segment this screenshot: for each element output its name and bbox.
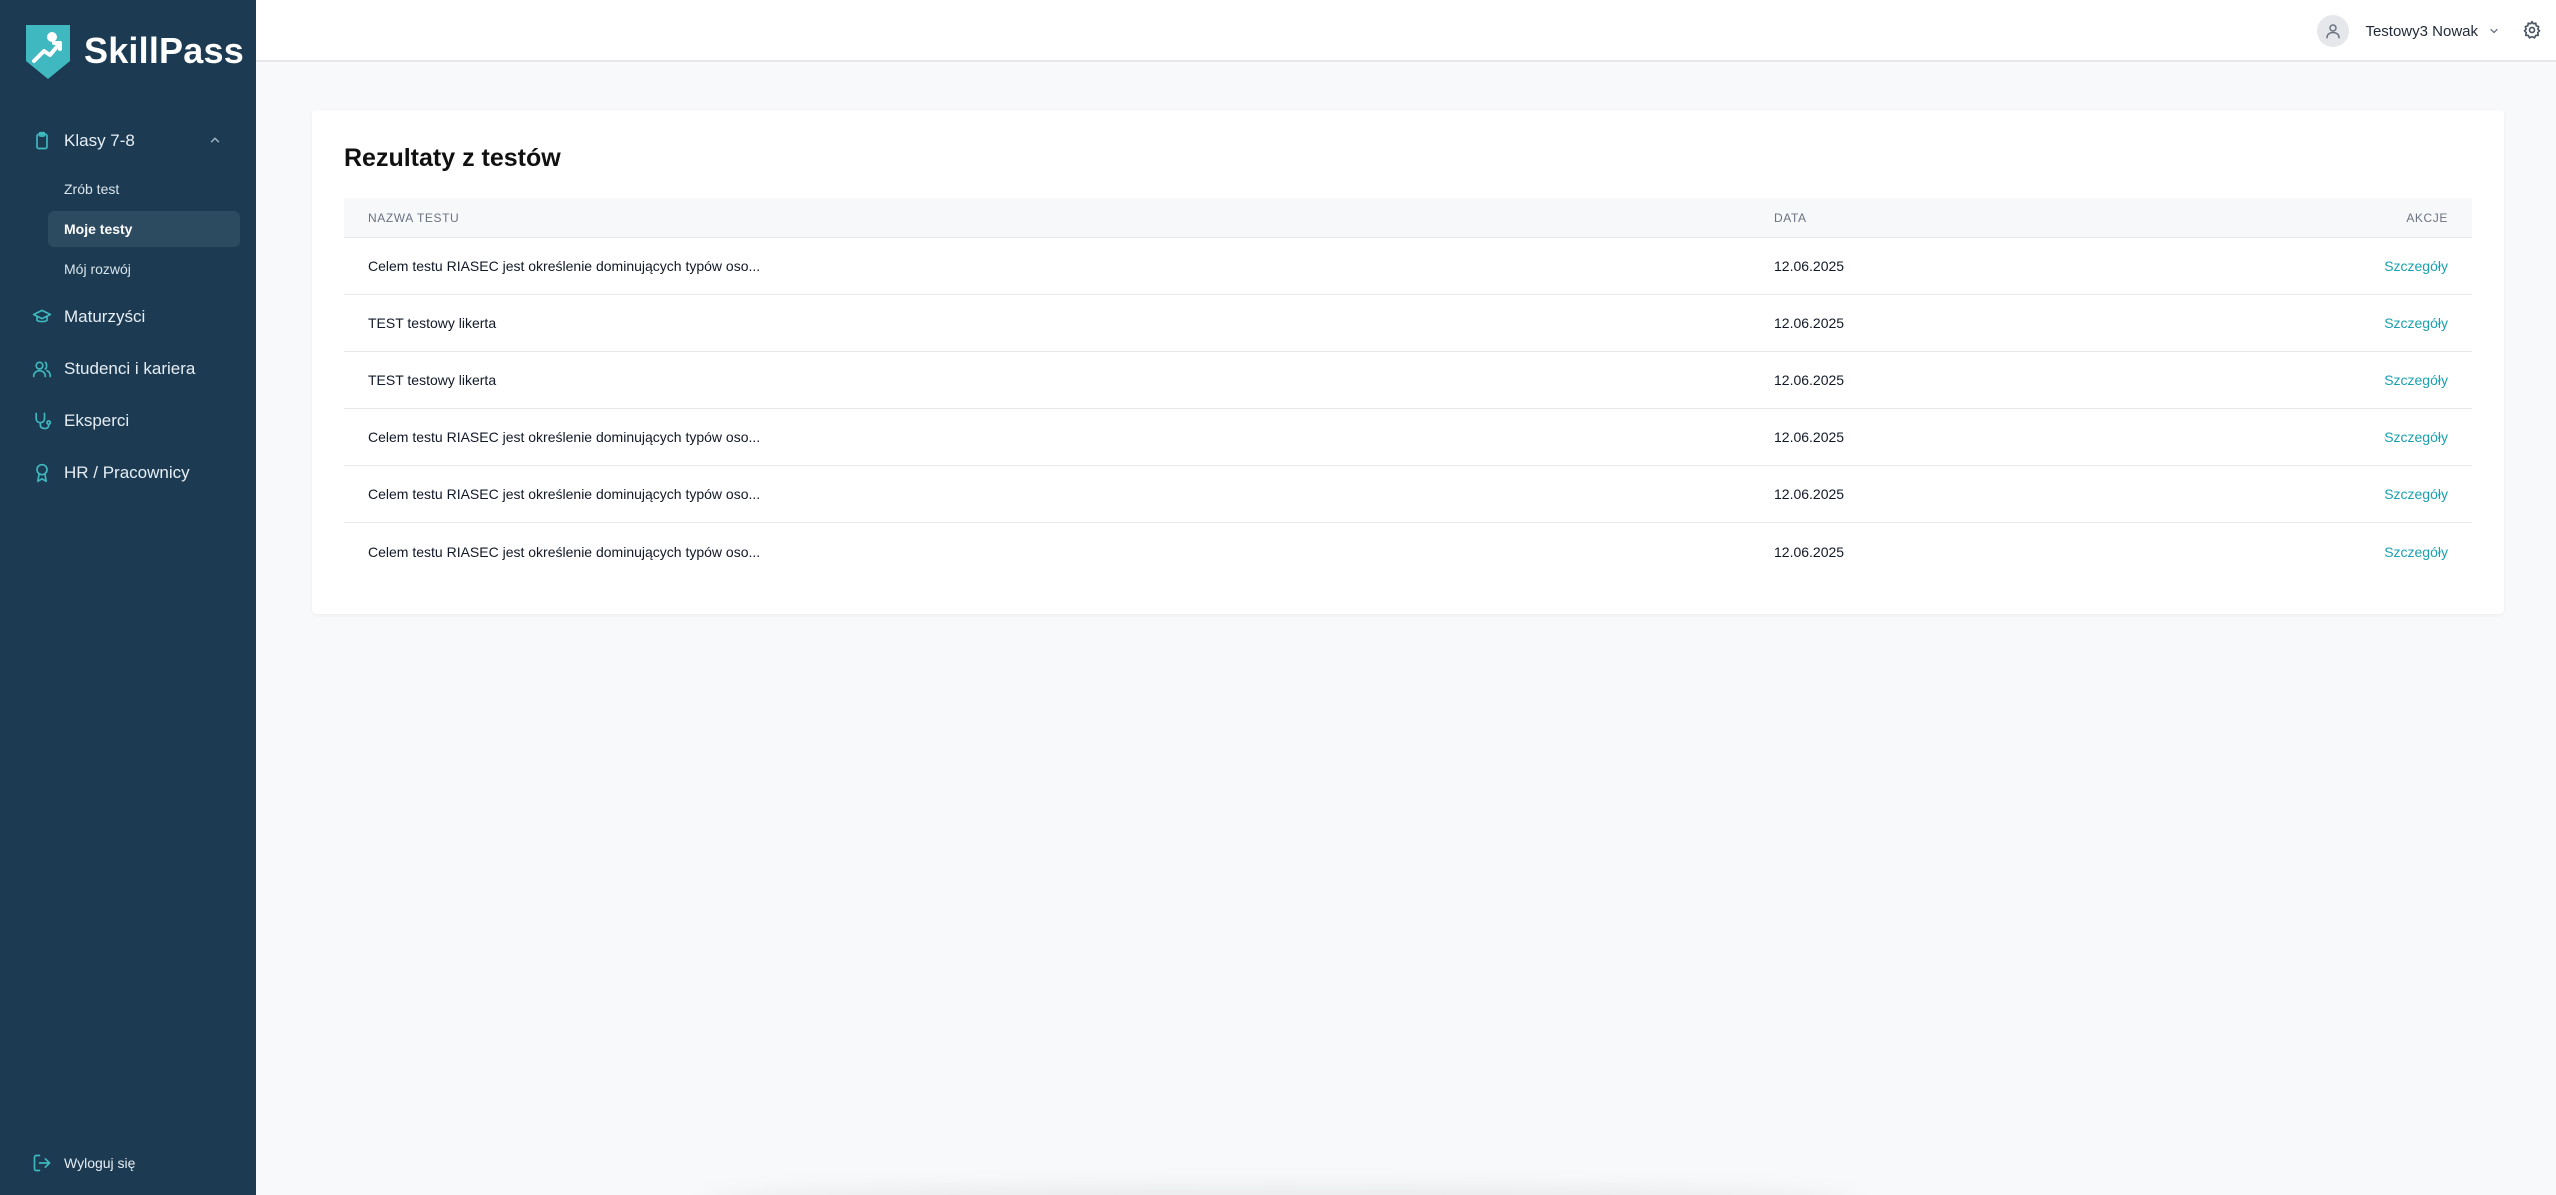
column-header-date: DATA bbox=[1774, 210, 1807, 225]
test-name: Celem testu RIASEC jest określenie domin… bbox=[368, 258, 761, 274]
chevron-down-icon bbox=[2488, 25, 2500, 37]
test-date: 12.06.2025 bbox=[1774, 543, 1845, 560]
table-row: Celem testu RIASEC jest określenie domin… bbox=[344, 466, 2472, 523]
sidebar-section-klasy-7-8[interactable]: Klasy 7-8 bbox=[0, 115, 256, 167]
sidebar-subnav: Zrób test Moje testy Mój rozwój bbox=[0, 171, 256, 287]
test-name: Celem testu RIASEC jest określenie domin… bbox=[368, 543, 761, 560]
results-table: NAZWA TESTU DATA AKCJE Celem testu RIASE… bbox=[344, 198, 2472, 580]
details-link[interactable]: Szczegóły bbox=[2384, 258, 2448, 274]
brand[interactable]: SkillPass bbox=[22, 20, 244, 82]
sidebar: SkillPass Klasy 7-8 Zrób test Moje testy… bbox=[0, 0, 256, 1195]
page-title: Rezultaty z testów bbox=[344, 144, 561, 172]
user-icon bbox=[2326, 24, 2341, 39]
test-date: 12.06.2025 bbox=[1774, 258, 1845, 274]
sidebar-item-moj-rozwoj[interactable]: Mój rozwój bbox=[48, 251, 240, 287]
sidebar-item-studenci-i-kariera[interactable]: Studenci i kariera bbox=[0, 343, 256, 395]
award-icon bbox=[32, 463, 52, 483]
users-icon bbox=[32, 359, 52, 379]
sidebar-item-eksperci[interactable]: Eksperci bbox=[0, 395, 256, 447]
details-link[interactable]: Szczegóły bbox=[2384, 486, 2448, 502]
sidebar-item-maturzysci[interactable]: Maturzyści bbox=[0, 291, 256, 343]
test-date: 12.06.2025 bbox=[1774, 486, 1845, 502]
topbar: Testowy3 Nowak bbox=[256, 0, 2556, 62]
column-header-actions: AKCJE bbox=[2406, 210, 2448, 225]
user-name: Testowy3 Nowak bbox=[2365, 22, 2478, 40]
table-row: TEST testowy likerta 12.06.2025 Szczegół… bbox=[344, 295, 2472, 352]
sidebar-item-label: Zrób test bbox=[64, 181, 120, 197]
user-menu[interactable]: Testowy3 Nowak bbox=[2317, 14, 2500, 48]
test-date: 12.06.2025 bbox=[1774, 315, 1845, 331]
sidebar-item-label: HR / Pracownicy bbox=[64, 463, 190, 482]
results-card: Rezultaty z testów NAZWA TESTU DATA AKCJ… bbox=[312, 110, 2504, 614]
test-name: TEST testowy likerta bbox=[368, 315, 497, 331]
table-header: NAZWA TESTU DATA AKCJE bbox=[344, 198, 2472, 238]
gear-icon[interactable] bbox=[2522, 20, 2542, 40]
test-date: 12.06.2025 bbox=[1774, 372, 1845, 388]
column-header-name: NAZWA TESTU bbox=[368, 210, 460, 225]
skillpass-logo-icon bbox=[26, 25, 70, 79]
logout-label: Wyloguj się bbox=[64, 1155, 136, 1171]
graduation-cap-icon bbox=[32, 307, 52, 327]
clipboard-icon bbox=[32, 131, 52, 151]
test-name: Celem testu RIASEC jest określenie domin… bbox=[368, 429, 761, 445]
sidebar-item-label: Maturzyści bbox=[64, 307, 146, 326]
logout-button[interactable]: Wyloguj się bbox=[32, 1153, 135, 1173]
sidebar-item-moje-testy[interactable]: Moje testy bbox=[48, 211, 240, 247]
stethoscope-icon bbox=[32, 411, 52, 431]
app: SkillPass Klasy 7-8 Zrób test Moje testy… bbox=[0, 0, 2556, 1195]
chevron-up-icon[interactable] bbox=[208, 133, 222, 147]
brand-name: SkillPass bbox=[84, 30, 244, 71]
logout-icon bbox=[32, 1153, 52, 1173]
table-row: Celem testu RIASEC jest określenie domin… bbox=[344, 238, 2472, 295]
details-link[interactable]: Szczegóły bbox=[2384, 372, 2448, 388]
sidebar-item-label: Studenci i kariera bbox=[64, 359, 196, 378]
table-row: Celem testu RIASEC jest określenie domin… bbox=[344, 523, 2472, 580]
sidebar-item-label: Moje testy bbox=[64, 221, 133, 237]
test-date: 12.06.2025 bbox=[1774, 429, 1845, 445]
test-name: Celem testu RIASEC jest określenie domin… bbox=[368, 486, 761, 502]
details-link[interactable]: Szczegóły bbox=[2384, 315, 2448, 331]
sidebar-item-hr-pracownicy[interactable]: HR / Pracownicy bbox=[0, 447, 256, 499]
table-row: Celem testu RIASEC jest określenie domin… bbox=[344, 409, 2472, 466]
sidebar-item-label: Eksperci bbox=[64, 411, 130, 430]
test-name: TEST testowy likerta bbox=[368, 372, 497, 388]
avatar bbox=[2317, 15, 2350, 47]
main-nav: Klasy 7-8 Zrób test Moje testy Mój rozwó… bbox=[0, 115, 256, 499]
bottom-shadow bbox=[700, 1186, 1860, 1195]
details-link[interactable]: Szczegóły bbox=[2384, 544, 2448, 560]
sidebar-section-label: Klasy 7-8 bbox=[64, 131, 135, 150]
table-row: TEST testowy likerta 12.06.2025 Szczegół… bbox=[344, 352, 2472, 409]
sidebar-item-zrob-test[interactable]: Zrób test bbox=[48, 171, 240, 207]
sidebar-item-label: Mój rozwój bbox=[64, 261, 131, 277]
details-link[interactable]: Szczegóły bbox=[2384, 429, 2448, 445]
